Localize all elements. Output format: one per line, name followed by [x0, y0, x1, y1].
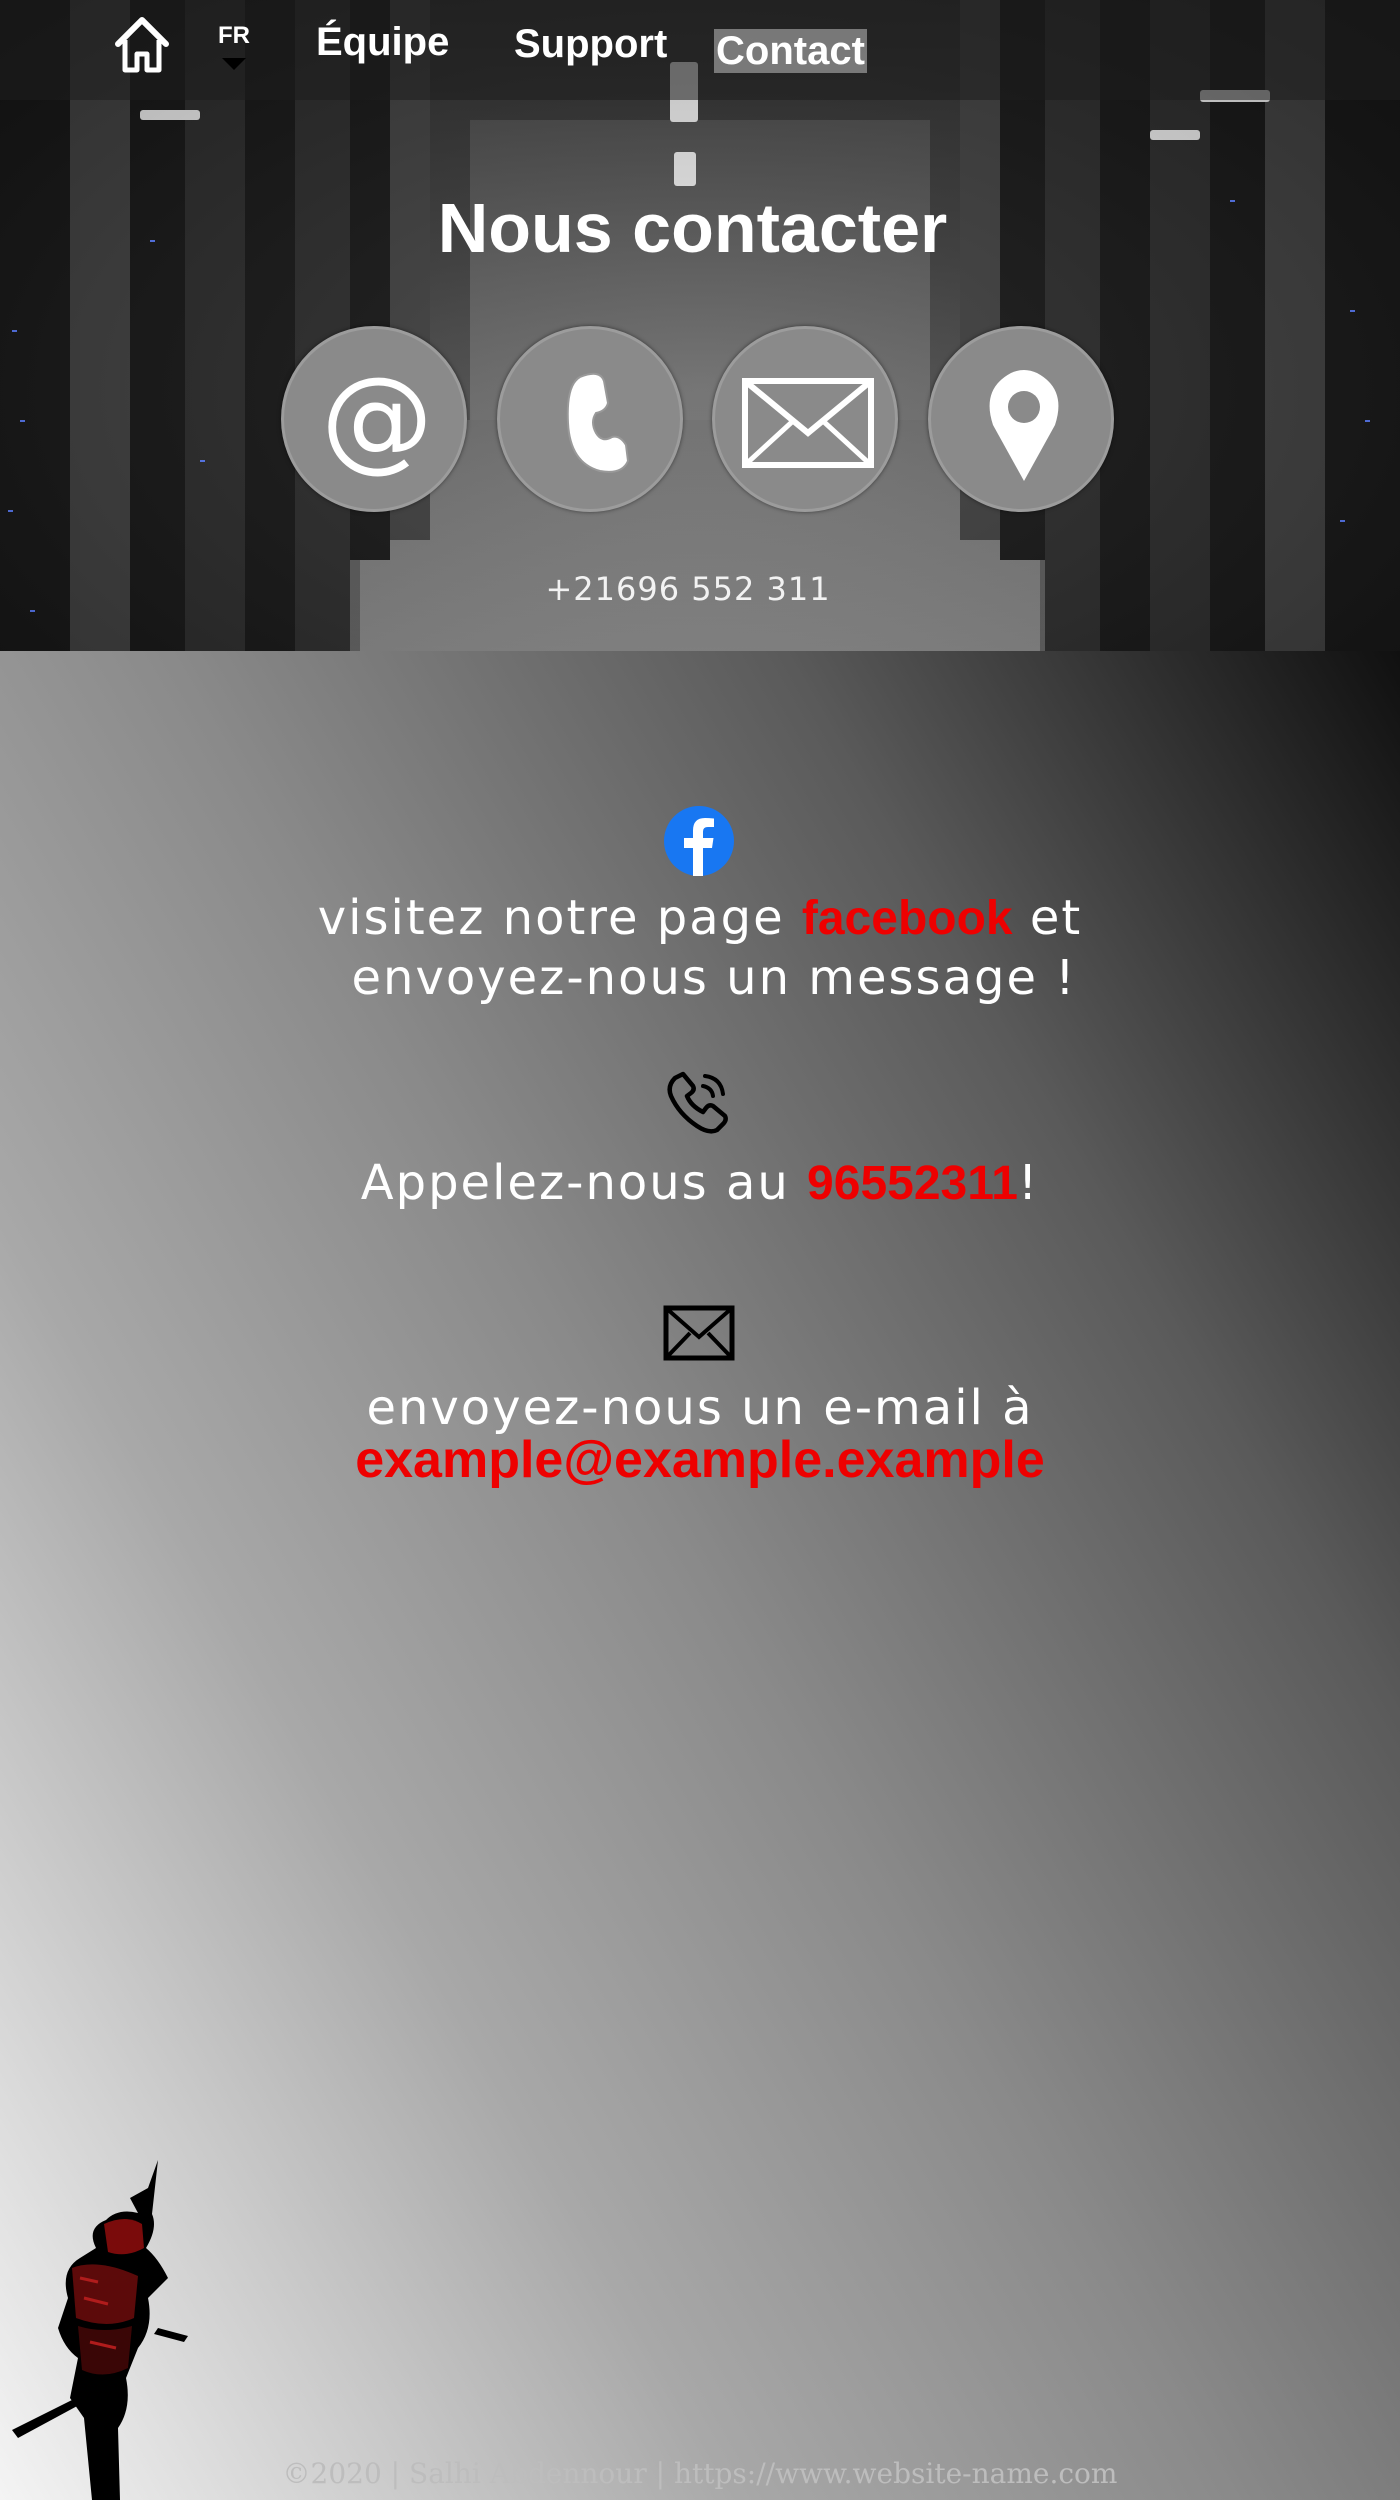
phone-icon — [667, 1071, 728, 1134]
location-button[interactable] — [928, 326, 1114, 512]
phone-icon — [566, 372, 630, 473]
facebook-icon[interactable] — [664, 806, 734, 876]
facebook-line-2: envoyez-nous un message ! — [351, 950, 1077, 1006]
chevron-down-icon — [222, 58, 246, 70]
language-label: FR — [218, 22, 250, 49]
page-title: Nous contacter — [437, 189, 948, 267]
call-prefix: Appelez-nous au — [360, 1155, 808, 1211]
call-line: Appelez-nous au 96552311! — [0, 1155, 1400, 1211]
mail-line: envoyez-nous un e-mail à — [366, 1380, 1034, 1436]
mail-button[interactable] — [712, 326, 898, 512]
home-icon[interactable] — [112, 14, 172, 74]
envelope-icon — [742, 378, 874, 468]
envelope-icon — [663, 1305, 735, 1361]
language-selector[interactable]: FR — [218, 22, 250, 70]
nav-link-contact[interactable]: Contact — [714, 29, 867, 73]
facebook-link[interactable]: facebook — [802, 892, 1013, 945]
hero-phone-number: +21696 552 311 — [545, 570, 831, 608]
hero-section: FR Équipe Support Contact Nous contacter… — [0, 0, 1400, 651]
samurai-illustration — [12, 2160, 188, 2500]
svg-text:@: @ — [321, 354, 433, 484]
facebook-prefix: visitez notre page — [317, 890, 802, 946]
facebook-line: visitez notre page facebook et — [0, 890, 1400, 946]
call-suffix: ! — [1017, 1155, 1040, 1211]
nav-link-equipe[interactable]: Équipe — [316, 20, 449, 65]
nav-link-support[interactable]: Support — [514, 22, 667, 67]
email-address-link[interactable]: example@example.example — [0, 1430, 1400, 1490]
phone-button[interactable] — [497, 326, 683, 512]
facebook-suffix: et — [1012, 890, 1083, 946]
navbar — [0, 0, 1400, 100]
footer: ©2020 | Salhi Abdennour | https://www.we… — [282, 2457, 1118, 2490]
location-pin-icon — [989, 370, 1059, 481]
at-sign-icon: @ — [321, 354, 433, 484]
call-number[interactable]: 96552311 — [807, 1157, 1018, 1210]
email-button[interactable]: @ — [281, 326, 467, 512]
